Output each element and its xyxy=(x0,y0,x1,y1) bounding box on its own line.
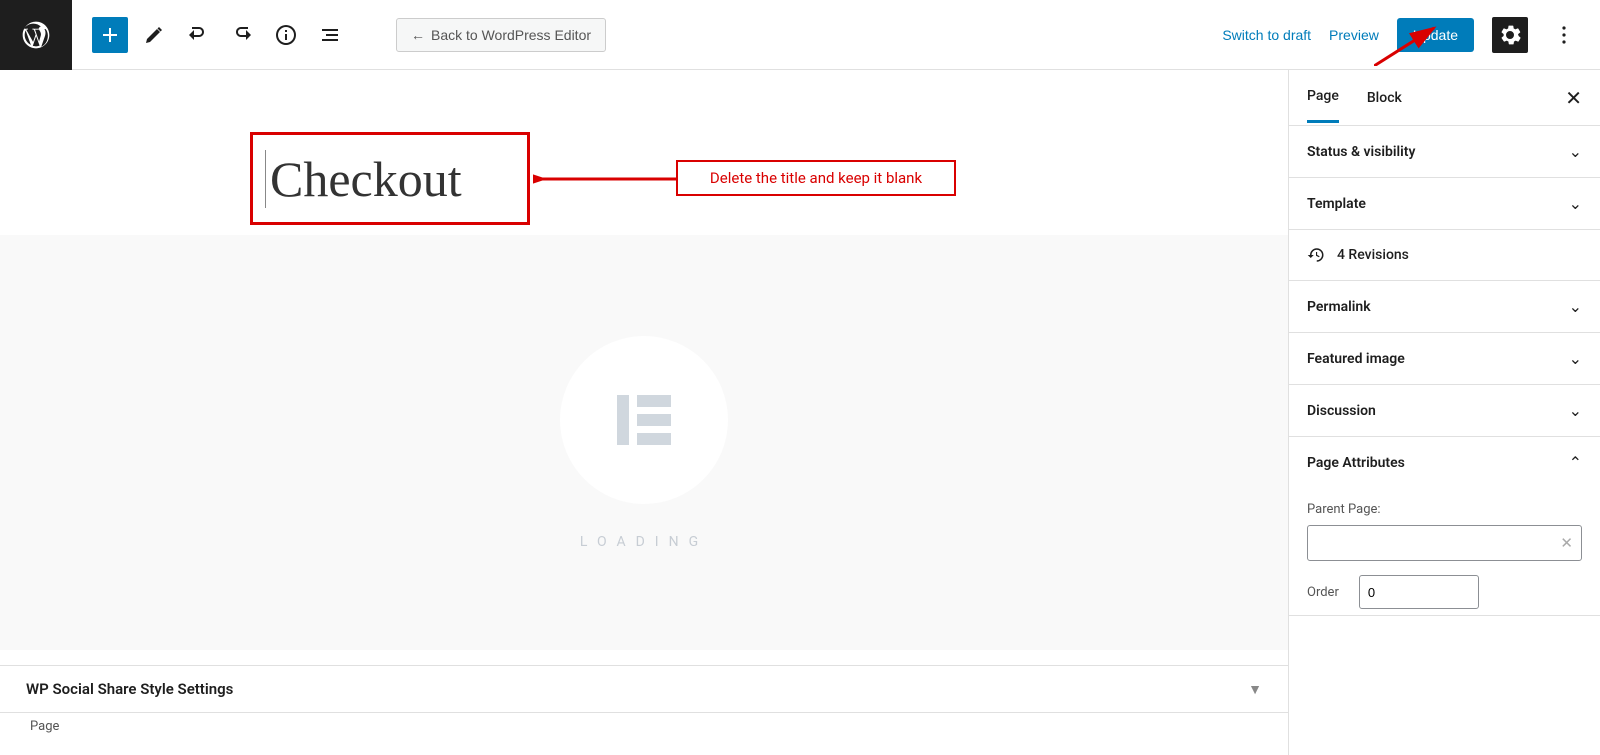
add-block-button[interactable] xyxy=(92,17,128,53)
chevron-up-icon: ⌃ xyxy=(1569,453,1582,472)
redo-icon xyxy=(230,23,254,47)
annotation-arrow-to-title xyxy=(533,171,677,187)
metabox-title: WP Social Share Style Settings xyxy=(26,680,233,698)
annotation-text: Delete the title and keep it blank xyxy=(710,169,922,187)
chevron-down-icon: ⌄ xyxy=(1569,297,1582,316)
footer-text: Page xyxy=(30,719,59,734)
panel-featured-image[interactable]: Featured image ⌄ xyxy=(1289,333,1600,385)
history-icon xyxy=(1307,246,1325,264)
chevron-down-icon: ⌄ xyxy=(1569,194,1582,213)
edit-button[interactable] xyxy=(136,17,172,53)
chevron-down-icon: ⌄ xyxy=(1569,142,1582,161)
caret-down-icon: ▼ xyxy=(1248,681,1262,698)
elementor-logo-circle xyxy=(560,336,728,504)
panel-page-attributes[interactable]: Page Attributes ⌃ xyxy=(1289,437,1600,488)
revisions-text: 4 Revisions xyxy=(1337,247,1409,263)
outline-button[interactable] xyxy=(312,17,348,53)
preview-button[interactable]: Preview xyxy=(1329,27,1379,43)
more-options-button[interactable] xyxy=(1546,17,1582,53)
parent-page-label: Parent Page: xyxy=(1307,502,1582,517)
annotation-callout: Delete the title and keep it blank xyxy=(676,160,956,196)
undo-button[interactable] xyxy=(180,17,216,53)
chevron-down-icon: ⌄ xyxy=(1569,401,1582,420)
info-button[interactable] xyxy=(268,17,304,53)
chevron-down-icon: ⌄ xyxy=(1569,349,1582,368)
loading-text: LOADING xyxy=(580,534,708,550)
order-label: Order xyxy=(1307,585,1339,600)
metabox-social-share[interactable]: WP Social Share Style Settings ▼ xyxy=(0,665,1288,713)
pencil-icon xyxy=(142,23,166,47)
panel-title: Template xyxy=(1307,196,1366,212)
panel-discussion[interactable]: Discussion ⌄ xyxy=(1289,385,1600,437)
page-attributes-body: Parent Page: ✕ Order xyxy=(1289,488,1600,616)
kebab-icon xyxy=(1552,23,1576,47)
list-icon xyxy=(318,23,342,47)
order-input[interactable] xyxy=(1359,575,1479,609)
settings-button[interactable] xyxy=(1492,17,1528,53)
wordpress-logo[interactable] xyxy=(0,0,72,70)
elementor-icon xyxy=(609,385,679,455)
arrow-left-icon: ← xyxy=(411,27,425,43)
page-title-text: Checkout xyxy=(265,150,462,208)
plus-icon xyxy=(98,23,122,47)
tab-page[interactable]: Page xyxy=(1307,72,1339,123)
clear-icon[interactable]: ✕ xyxy=(1560,534,1573,552)
redo-button[interactable] xyxy=(224,17,260,53)
switch-to-draft-button[interactable]: Switch to draft xyxy=(1222,27,1311,43)
panel-title: Featured image xyxy=(1307,351,1405,367)
revisions-link[interactable]: 4 Revisions xyxy=(1289,230,1600,281)
parent-page-combobox[interactable]: ✕ xyxy=(1307,525,1582,561)
topbar: ← Back to WordPress Editor Switch to dra… xyxy=(0,0,1600,70)
panel-status-visibility[interactable]: Status & visibility ⌄ xyxy=(1289,126,1600,178)
sidebar-tabs: Page Block ✕ xyxy=(1289,70,1600,126)
toolbar-left: ← Back to WordPress Editor xyxy=(72,17,606,53)
gear-icon xyxy=(1498,23,1522,47)
panel-title: Page Attributes xyxy=(1307,455,1405,471)
back-to-editor-button[interactable]: ← Back to WordPress Editor xyxy=(396,18,606,52)
close-sidebar-button[interactable]: ✕ xyxy=(1565,86,1582,110)
main: Checkout Delete the title and keep it bl… xyxy=(0,70,1600,755)
panel-title: Permalink xyxy=(1307,299,1371,315)
info-icon xyxy=(274,23,298,47)
back-label: Back to WordPress Editor xyxy=(431,27,591,43)
undo-icon xyxy=(186,23,210,47)
panel-template[interactable]: Template ⌄ xyxy=(1289,178,1600,230)
panel-title: Status & visibility xyxy=(1307,144,1415,160)
wordpress-icon xyxy=(20,19,52,51)
page-title-field[interactable]: Checkout xyxy=(250,132,530,225)
panel-title: Discussion xyxy=(1307,403,1376,419)
elementor-loading-area: LOADING xyxy=(0,235,1288,650)
tab-block[interactable]: Block xyxy=(1367,74,1402,122)
editor-canvas: Checkout Delete the title and keep it bl… xyxy=(0,70,1288,755)
annotation-arrow-to-update xyxy=(1374,22,1444,66)
settings-sidebar: Page Block ✕ Status & visibility ⌄ Templ… xyxy=(1288,70,1600,755)
panel-permalink[interactable]: Permalink ⌄ xyxy=(1289,281,1600,333)
